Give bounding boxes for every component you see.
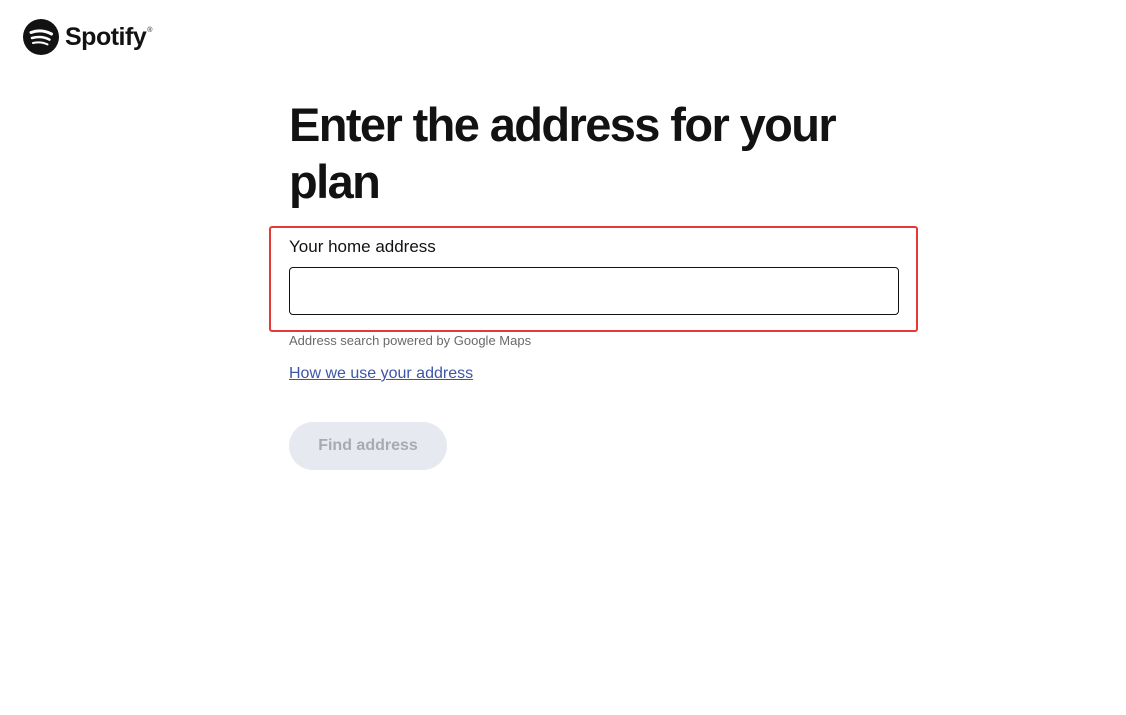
home-address-input[interactable] — [289, 267, 899, 315]
page: Spotify® Enter the address for your plan… — [0, 0, 1126, 715]
page-title: Enter the address for your plan — [289, 98, 837, 208]
find-address-button[interactable]: Find address — [289, 422, 447, 470]
spotify-logo-icon — [23, 19, 59, 55]
spotify-wordmark: Spotify® — [65, 22, 152, 51]
trademark-symbol: ® — [147, 26, 152, 34]
spotify-logo[interactable]: Spotify® — [23, 19, 152, 55]
address-field-label: Your home address — [289, 237, 436, 256]
how-we-use-address-link[interactable]: How we use your address — [289, 365, 473, 383]
address-search-helper-text: Address search powered by Google Maps — [289, 333, 532, 348]
